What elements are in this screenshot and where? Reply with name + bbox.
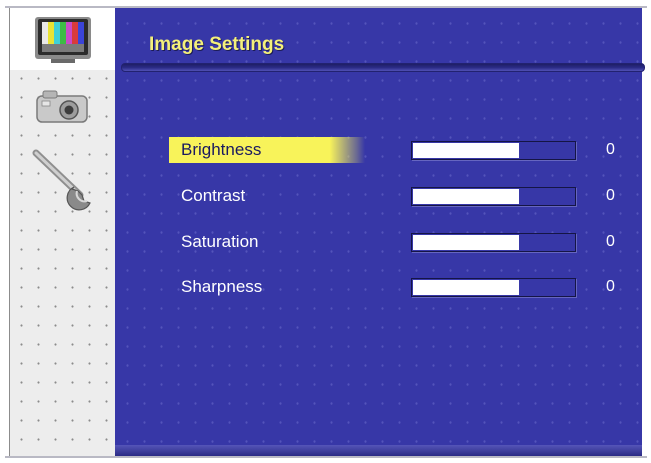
setting-value: 0 <box>606 141 615 158</box>
bottom-divider <box>115 445 642 456</box>
sidebar-item-image-settings[interactable] <box>10 8 116 70</box>
color-bars-monitor-icon <box>35 17 91 63</box>
slider-fill <box>413 280 519 295</box>
camera-icon <box>36 90 88 123</box>
sidebar <box>9 8 116 456</box>
setting-value: 0 <box>606 278 615 295</box>
slider-fill <box>413 235 519 250</box>
setting-value: 0 <box>606 233 615 250</box>
setting-row-sharpness[interactable]: Sharpness 0 <box>115 274 642 300</box>
setting-value: 0 <box>606 187 615 204</box>
page-title: Image Settings <box>149 34 285 55</box>
setting-label: Contrast <box>181 186 246 205</box>
sidebar-item-camera[interactable] <box>10 82 116 132</box>
setting-label: Sharpness <box>181 277 263 296</box>
saturation-slider[interactable] <box>411 233 576 252</box>
setting-label: Saturation <box>181 232 259 251</box>
settings-panel: Image Settings Brightness 0 Contrast 0 S… <box>115 8 645 456</box>
brightness-slider[interactable] <box>411 141 576 160</box>
title-bar: Image Settings <box>115 14 645 74</box>
slider-fill <box>413 189 519 204</box>
contrast-slider[interactable] <box>411 187 576 206</box>
setting-row-contrast[interactable]: Contrast 0 <box>115 183 642 209</box>
setting-row-brightness[interactable]: Brightness 0 <box>115 137 642 163</box>
slider-fill <box>413 143 519 158</box>
setting-row-saturation[interactable]: Saturation 0 <box>115 229 642 255</box>
setting-label: Brightness <box>169 137 365 163</box>
wrench-icon <box>32 149 91 211</box>
title-divider <box>121 63 645 72</box>
sharpness-slider[interactable] <box>411 278 576 297</box>
sidebar-item-tools[interactable] <box>10 144 116 214</box>
